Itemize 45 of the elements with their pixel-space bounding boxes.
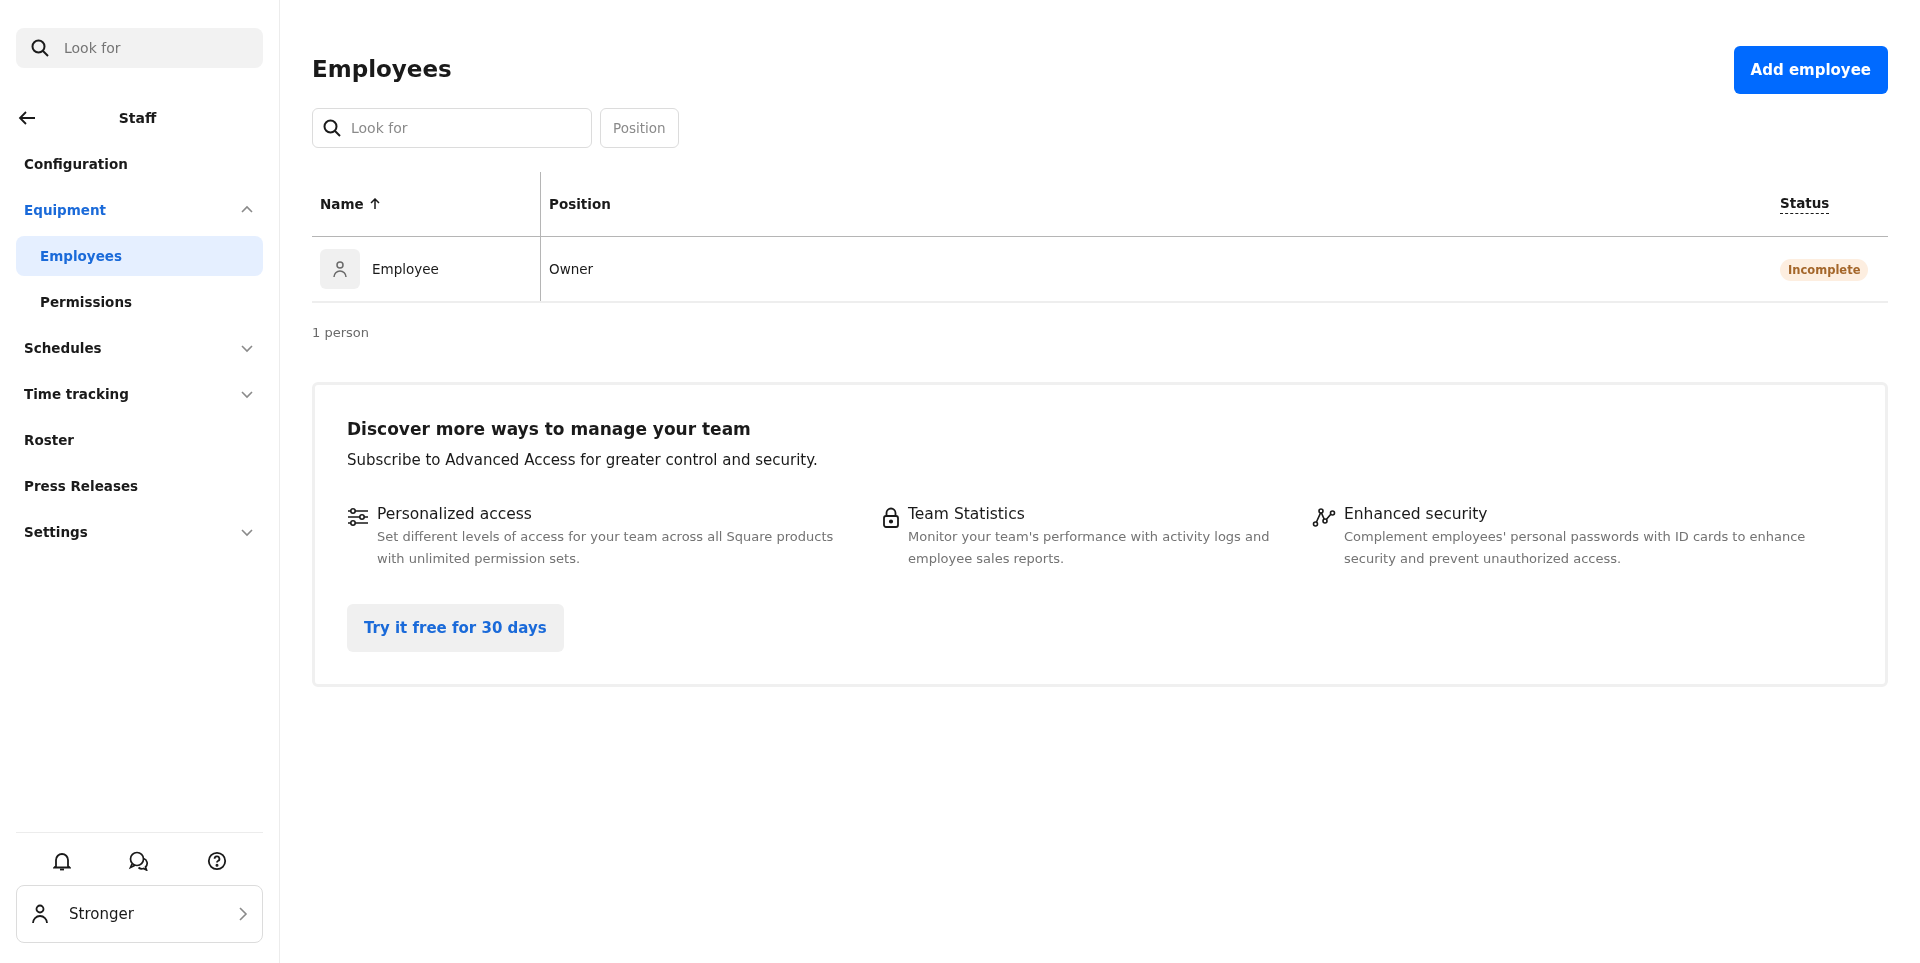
chevron-right-icon bbox=[238, 906, 248, 922]
avatar-icon bbox=[320, 249, 360, 289]
chat-bubbles-icon[interactable] bbox=[127, 851, 150, 871]
column-header: Position bbox=[549, 196, 611, 212]
nav-subitem[interactable]: Permissions bbox=[16, 282, 263, 322]
add-employee-button[interactable]: Add employee bbox=[1733, 46, 1888, 94]
page-title: Employees bbox=[312, 56, 452, 82]
promo-title: Discover more ways to manage your team bbox=[347, 419, 752, 439]
account-button[interactable]: Stronger bbox=[16, 885, 263, 943]
column-header[interactable]: Status bbox=[1780, 194, 1830, 214]
bell-icon[interactable] bbox=[52, 851, 71, 871]
status-badge: Incomplete bbox=[1780, 259, 1869, 281]
search-icon bbox=[30, 38, 50, 58]
feature-description: Set different levels of access for your team across all Square products with unlimited permission sets. bbox=[377, 528, 835, 568]
result-count: 1 person bbox=[312, 325, 370, 340]
nav-item[interactable]: Time tracking bbox=[16, 374, 263, 414]
section-title: Staff bbox=[117, 110, 158, 126]
nav-item[interactable]: Schedules bbox=[16, 328, 263, 368]
sliders-icon bbox=[347, 507, 369, 527]
search-field[interactable]: Look for bbox=[16, 28, 263, 68]
nav-item[interactable]: Roster bbox=[16, 420, 263, 460]
search-field[interactable]: Look for bbox=[312, 108, 592, 148]
nav-item[interactable]: Settings bbox=[16, 512, 263, 552]
back-arrow-icon bbox=[18, 110, 36, 126]
feature-description: Complement employees' personal passwords with ID cards to enhance security and prevent unauthorized access. bbox=[1344, 528, 1807, 568]
nav-subitem[interactable]: Employees bbox=[16, 236, 263, 276]
column-header[interactable]: Name bbox=[320, 196, 364, 212]
lock-icon bbox=[882, 507, 900, 529]
help-icon[interactable] bbox=[206, 851, 227, 871]
table-cell: Owner bbox=[549, 261, 594, 277]
position-filter-button[interactable]: Position bbox=[600, 108, 679, 148]
feature-description: Monitor your team's performance with activity logs and employee sales reports. bbox=[908, 528, 1271, 568]
feature-title: Personalized access bbox=[377, 505, 533, 523]
back-button[interactable] bbox=[16, 110, 36, 126]
feature-title: Enhanced security bbox=[1344, 505, 1489, 523]
nav-item[interactable]: Press Releases bbox=[16, 466, 263, 506]
person-icon bbox=[31, 904, 49, 924]
promo-subtitle: Subscribe to Advanced Access for greater control and security. bbox=[347, 451, 819, 469]
nav-item[interactable]: Configuration bbox=[16, 144, 263, 184]
nav-item[interactable]: Equipment bbox=[16, 190, 263, 230]
free-trial-button[interactable]: Try it free for 30 days bbox=[347, 604, 564, 652]
table-cell: Employee bbox=[372, 261, 439, 277]
feature-title: Team Statistics bbox=[908, 505, 1026, 523]
search-icon bbox=[322, 118, 342, 138]
connected-dots-icon bbox=[1312, 507, 1336, 527]
